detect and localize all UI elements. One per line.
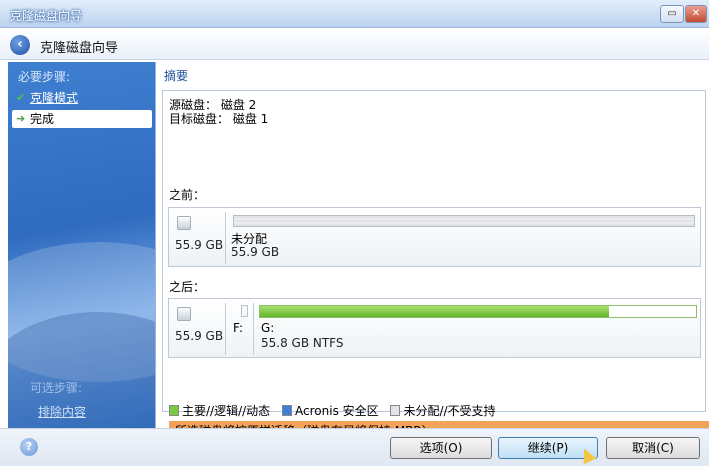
title-bar: 克隆磁盘向导 ▭ ✕ <box>0 0 709 28</box>
after-label: 之后： <box>169 280 206 294</box>
partition-name: G: <box>261 321 275 335</box>
legend-swatch <box>390 405 401 416</box>
wizard-header: ‹ 克隆磁盘向导 <box>0 28 709 60</box>
disk-icon <box>177 216 191 230</box>
disk-icon <box>177 307 191 321</box>
sidebar-item-label: 完成 <box>30 112 55 126</box>
required-steps-heading: 必要步骤: <box>18 70 71 84</box>
summary-panel: 源磁盘： 磁盘 2 目标磁盘： 磁盘 1 之前： 55.9 GB 未分配 55.… <box>162 90 709 441</box>
legend-swatch <box>282 405 293 416</box>
cancel-button[interactable]: 取消(C) <box>606 437 700 459</box>
disk-divider <box>225 303 226 355</box>
button-bar: ? 选项(O) 继续(P) 取消(C) <box>0 428 709 466</box>
help-icon[interactable]: ? <box>20 438 38 456</box>
drive-f-partition-bar <box>241 305 248 317</box>
legend-label: Acronis 安全区 <box>295 404 379 418</box>
options-button[interactable]: 选项(O) <box>390 437 492 459</box>
legend-item-unallocated: 未分配//不受支持 <box>390 404 496 418</box>
partition-size: 55.8 GB NTFS <box>261 336 344 350</box>
legend-item-primary: 主要//逻辑//动态 <box>169 404 270 418</box>
section-title: 摘要 <box>164 69 189 83</box>
target-disk-line: 目标磁盘： 磁盘 1 <box>169 112 269 126</box>
window-title: 克隆磁盘向导 <box>10 9 83 23</box>
back-arrow-icon[interactable]: ‹ <box>10 35 30 55</box>
before-label: 之前： <box>169 188 206 202</box>
drive-letter: F: <box>233 321 244 335</box>
arrow-right-icon: ➜ <box>16 112 26 125</box>
sidebar-item-label: 克隆模式 <box>30 91 79 105</box>
wizard-window: 克隆磁盘向导 ▭ ✕ ‹ 克隆磁盘向导 必要步骤: ✔ 克隆模式 ➜ 完成 可选… <box>0 0 709 466</box>
disk-size: 55.9 GB <box>175 238 224 252</box>
partition-legend: 主要//逻辑//动态 Acronis 安全区 未分配//不受支持 <box>169 402 504 418</box>
disk-size: 55.9 GB <box>175 329 224 343</box>
partition-g-bar <box>259 305 697 318</box>
legend-item-secure-zone: Acronis 安全区 <box>282 404 379 418</box>
partition-g-used-fill <box>260 306 609 317</box>
close-button[interactable]: ✕ <box>685 5 707 23</box>
legend-swatch <box>169 405 179 416</box>
steps-sidebar: 必要步骤: ✔ 克隆模式 ➜ 完成 可选步骤: 排除内容 <box>8 62 156 428</box>
check-icon: ✔ <box>16 91 26 104</box>
wizard-title: 克隆磁盘向导 <box>40 41 119 56</box>
disk-divider <box>225 212 226 264</box>
restore-button[interactable]: ▭ <box>660 5 684 23</box>
sidebar-item-finish[interactable]: ➜ 完成 <box>12 110 152 128</box>
disk-layout-before: 55.9 GB 未分配 55.9 GB <box>168 207 701 267</box>
legend-label: 未分配//不受支持 <box>403 404 496 418</box>
disk-layout-after: 55.9 GB F: G: 55.8 GB NTFS <box>168 298 701 358</box>
optional-steps-heading: 可选步骤: <box>30 381 83 395</box>
partition-divider <box>253 303 254 355</box>
legend-label: 主要//逻辑//动态 <box>182 404 271 418</box>
sidebar-item-clone-mode[interactable]: ✔ 克隆模式 <box>12 89 152 107</box>
partition-size: 55.9 GB <box>231 245 280 259</box>
unallocated-partition-bar <box>233 215 695 227</box>
sidebar-item-exclude[interactable]: 排除内容 <box>38 403 86 420</box>
main-content: 摘要 源磁盘： 磁盘 2 目标磁盘： 磁盘 1 之前： 55.9 GB 未分配 … <box>156 62 709 441</box>
